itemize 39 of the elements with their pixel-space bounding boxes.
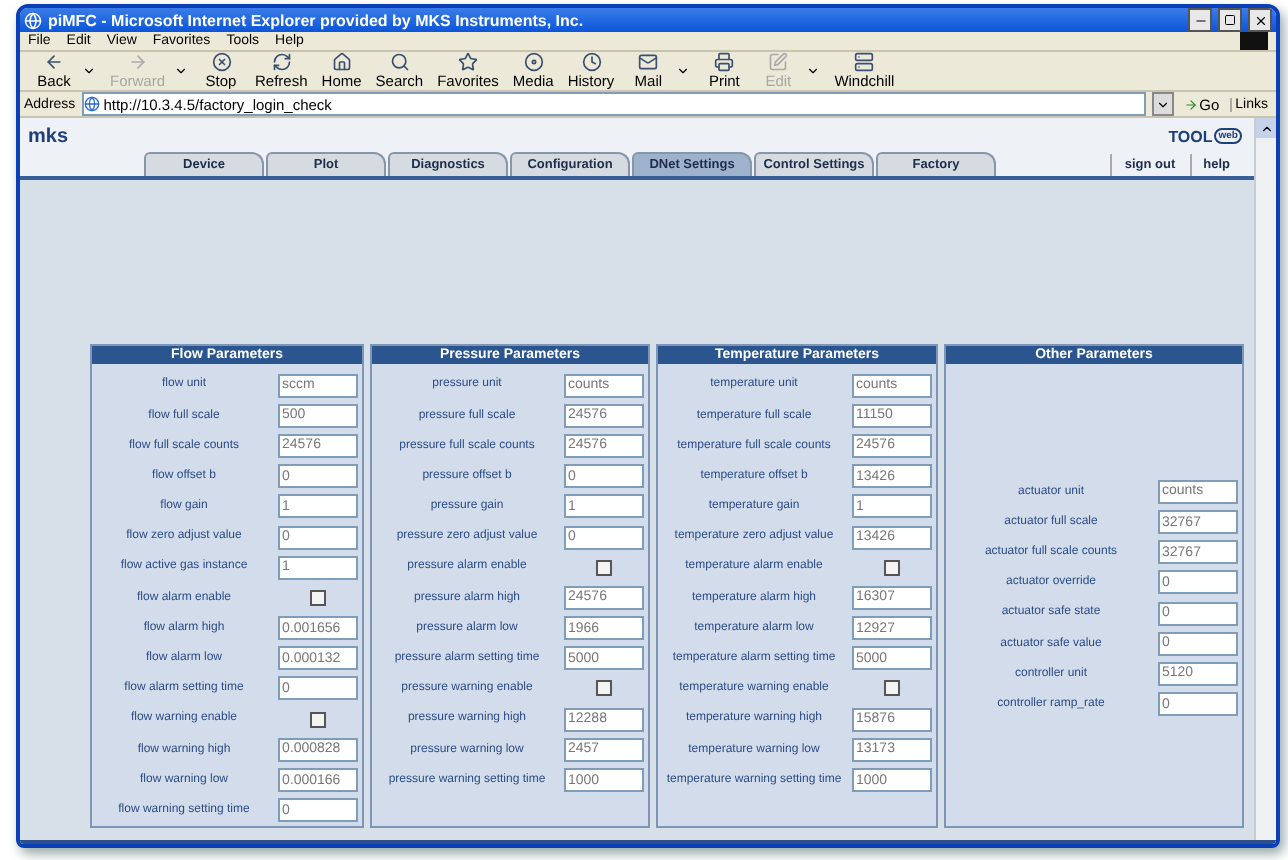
caret-icon <box>676 64 691 78</box>
search-icon <box>389 52 410 72</box>
checkbox[interactable] <box>310 589 326 606</box>
checkbox[interactable] <box>310 711 326 728</box>
arrow-icon <box>1183 97 1198 111</box>
maximize-icon <box>1224 14 1236 26</box>
caret-icon <box>806 64 821 78</box>
star-icon <box>457 52 478 72</box>
browser-icon <box>24 11 42 29</box>
scrollbar[interactable] <box>1254 118 1276 840</box>
caret-icon <box>1155 97 1170 111</box>
window-title: piMFC - Microsoft Internet Explorer provided by MKS Instruments, Inc. <box>48 11 586 29</box>
checkbox[interactable] <box>884 680 900 697</box>
dropdown-toggle[interactable] <box>676 64 691 78</box>
pen-icon <box>768 52 789 72</box>
minimize-button[interactable] <box>1188 8 1212 32</box>
dropdown-toggle[interactable] <box>82 64 96 78</box>
mks-logo: mks <box>28 125 69 147</box>
caret-icon <box>173 64 188 78</box>
clock-icon <box>581 52 602 72</box>
caret-icon <box>82 64 96 78</box>
checkbox[interactable] <box>596 559 612 576</box>
dropdown-button[interactable] <box>1151 92 1174 116</box>
stop-icon <box>211 52 232 72</box>
maximize-button[interactable] <box>1218 8 1242 32</box>
page-icon <box>83 96 100 112</box>
scroll-up-button[interactable] <box>1256 118 1276 138</box>
printer-icon <box>714 52 735 72</box>
close-button[interactable] <box>1248 8 1272 32</box>
forward-arrow-icon <box>127 52 148 72</box>
checkbox[interactable] <box>596 680 612 697</box>
back-arrow-icon <box>44 52 64 72</box>
home-icon <box>331 52 352 72</box>
mail-icon <box>638 52 659 72</box>
refresh-icon <box>271 52 292 72</box>
checkbox[interactable] <box>884 559 900 576</box>
disc-icon <box>523 52 544 72</box>
server-icon <box>854 52 875 72</box>
close-icon <box>1253 13 1267 27</box>
